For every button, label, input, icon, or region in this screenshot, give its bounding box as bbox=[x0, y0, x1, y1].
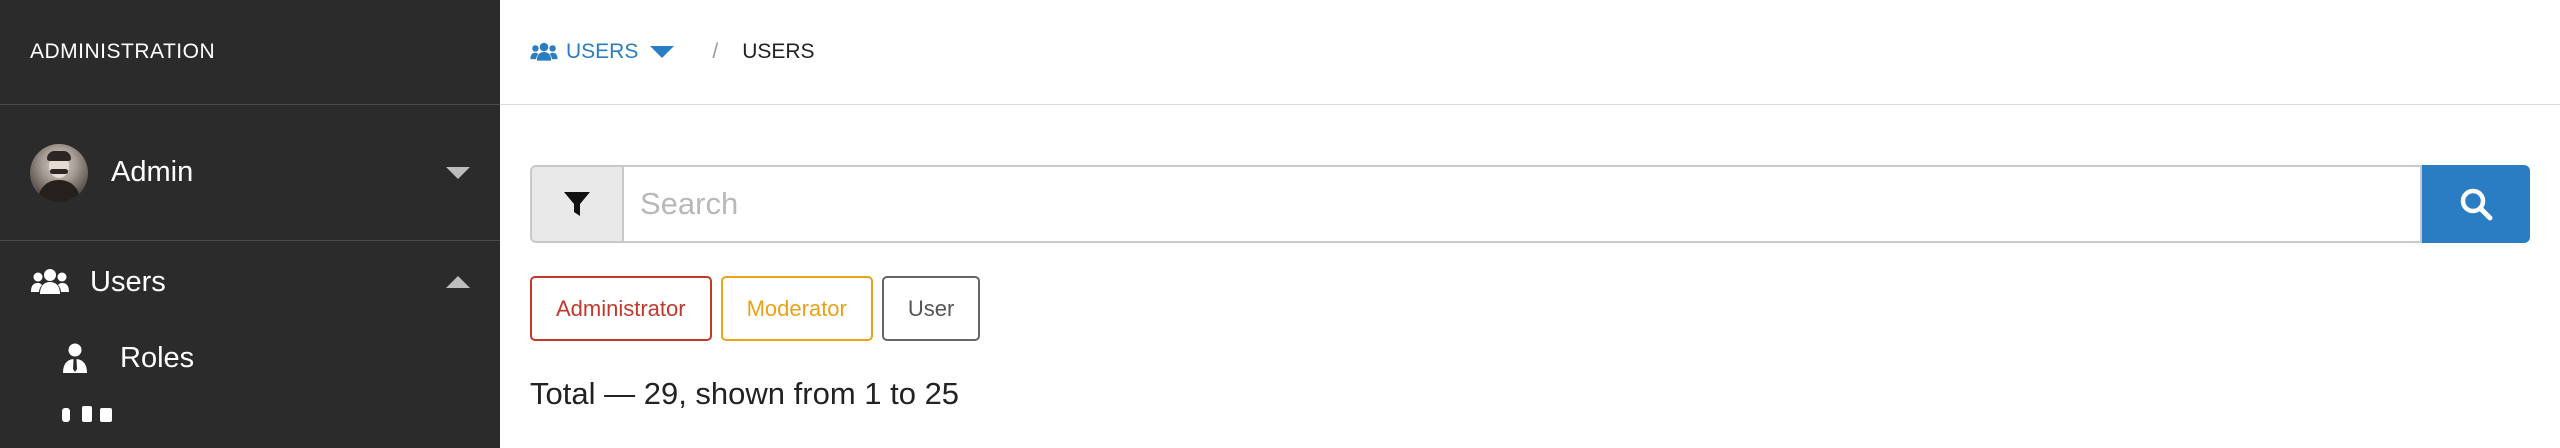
sidebar-title: ADMINISTRATION bbox=[0, 0, 500, 105]
role-filter-moderator[interactable]: Moderator bbox=[720, 276, 873, 341]
avatar bbox=[30, 143, 88, 202]
sidebar-menu: Users Roles bbox=[0, 244, 500, 436]
breadcrumb-separator: / bbox=[712, 40, 719, 63]
chevron-up-icon[interactable] bbox=[446, 276, 470, 288]
breadcrumb-section[interactable]: USERS bbox=[530, 40, 675, 64]
sidebar-item-roles[interactable]: Roles bbox=[0, 320, 500, 396]
breadcrumb-section-label: USERS bbox=[566, 40, 639, 63]
sidebar: ADMINISTRATION Admin Users Roles bbox=[0, 0, 500, 448]
sidebar-item-users[interactable]: Users bbox=[0, 244, 500, 320]
main-content: USERS / USERS Administrator Moderator Us… bbox=[500, 0, 2560, 448]
sidebar-partial-icon bbox=[62, 406, 112, 422]
user-menu[interactable]: Admin bbox=[0, 105, 500, 241]
sidebar-item-label: Roles bbox=[120, 341, 195, 374]
search-icon bbox=[2460, 188, 2493, 221]
filter-icon bbox=[564, 192, 590, 216]
role-filter-user[interactable]: User bbox=[881, 276, 981, 341]
breadcrumb-current: USERS bbox=[742, 40, 815, 63]
user-name: Admin bbox=[111, 156, 194, 188]
caret-down-icon[interactable] bbox=[650, 46, 675, 58]
results-summary: Total — 29, shown from 1 to 25 bbox=[530, 376, 960, 411]
search-button[interactable] bbox=[2422, 165, 2530, 243]
sidebar-item-label: Users bbox=[90, 265, 166, 298]
role-filter-administrator[interactable]: Administrator bbox=[530, 276, 712, 341]
chevron-down-icon[interactable] bbox=[446, 166, 470, 179]
users-icon bbox=[30, 268, 70, 296]
sidebar-item-partial[interactable] bbox=[0, 396, 500, 436]
role-filters: Administrator Moderator User bbox=[530, 276, 981, 341]
users-icon bbox=[530, 42, 558, 62]
search-input[interactable] bbox=[622, 165, 2422, 243]
filter-button[interactable] bbox=[530, 165, 622, 243]
user-tie-icon bbox=[60, 343, 90, 373]
breadcrumb: USERS / USERS bbox=[500, 0, 2560, 105]
search-bar bbox=[530, 165, 2530, 243]
